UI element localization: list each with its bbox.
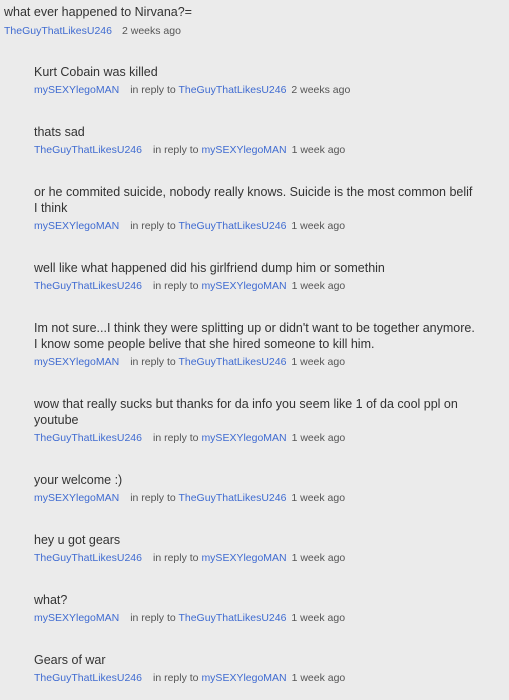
in-reply-to-label: in reply to <box>130 492 176 504</box>
comment-time: 1 week ago <box>291 144 346 156</box>
comment-time: 1 week ago <box>291 552 346 564</box>
reply-comment: well like what happened did his girlfrie… <box>34 260 479 293</box>
reply-comment: Im not sure...I think they were splittin… <box>34 320 479 369</box>
comment-meta: mySEXYlegoMAN in reply to TheGuyThatLikes… <box>34 491 479 505</box>
comment-text: what? <box>34 593 68 607</box>
reply-to-link[interactable]: mySEXYlegoMAN <box>201 280 286 292</box>
reply-to-link[interactable]: TheGuyThatLikesU246 <box>178 492 286 504</box>
comment-author-link[interactable]: mySEXYlegoMAN <box>34 492 119 504</box>
reply-comment: wow that really sucks but thanks for da … <box>34 396 479 445</box>
comment-text: or he commited suicide, nobody really kn… <box>34 185 473 215</box>
comment-author-link[interactable]: TheGuyThatLikesU246 <box>4 25 112 37</box>
comment-meta: TheGuyThatLikesU246 in reply to mySEXYleg… <box>34 431 479 445</box>
reply-to-link[interactable]: mySEXYlegoMAN <box>201 144 286 156</box>
comment-author-link[interactable]: TheGuyThatLikesU246 <box>34 552 142 564</box>
comment-time: 1 week ago <box>291 612 346 624</box>
comment-time: 1 week ago <box>291 356 346 368</box>
in-reply-to-label: in reply to <box>152 280 199 292</box>
comment-meta: mySEXYlegoMAN in reply to TheGuyThatLikes… <box>34 219 479 233</box>
comment-text: thats sad <box>34 125 85 139</box>
reply-to-link[interactable]: TheGuyThatLikesU246 <box>178 612 286 624</box>
comment-time: 1 week ago <box>291 220 346 232</box>
comment-text: hey u got gears <box>34 533 121 547</box>
comment-text: Im not sure...I think they were splittin… <box>34 321 475 351</box>
in-reply-to-label: in reply to <box>130 356 176 368</box>
reply-to-link[interactable]: TheGuyThatLikesU246 <box>178 84 286 96</box>
in-reply-to-label: in reply to <box>152 552 199 564</box>
reply-comment: thats sad TheGuyThatLikesU246 in reply to… <box>34 124 479 157</box>
comment-text: well like what happened did his girlfrie… <box>34 261 385 275</box>
comment-meta: mySEXYlegoMAN in reply to TheGuyThatLikes… <box>34 355 479 369</box>
reply-comment: Kurt Cobain was killed mySEXYlegoMAN in r… <box>34 64 479 97</box>
in-reply-to-label: in reply to <box>130 220 176 232</box>
in-reply-to-label: in reply to <box>130 612 176 624</box>
reply-comment: your welcome :) mySEXYlegoMAN in reply to… <box>34 472 479 505</box>
reply-comment: or he commited suicide, nobody really kn… <box>34 184 479 233</box>
comment-author-link[interactable]: TheGuyThatLikesU246 <box>34 672 142 684</box>
comment-meta: TheGuyThatLikesU246 in reply to mySEXYleg… <box>34 143 479 157</box>
reply-to-link[interactable]: TheGuyThatLikesU246 <box>178 356 286 368</box>
comment-time: 1 week ago <box>291 492 346 504</box>
top-comment: what ever happened to Nirvana?= TheGuyTh… <box>4 4 504 38</box>
reply-to-link[interactable]: mySEXYlegoMAN <box>201 432 286 444</box>
in-reply-to-label: in reply to <box>152 144 199 156</box>
comment-text: wow that really sucks but thanks for da … <box>34 397 458 427</box>
comment-time: 1 week ago <box>291 432 346 444</box>
comment-author-link[interactable]: mySEXYlegoMAN <box>34 356 119 368</box>
comment-time: 2 weeks ago <box>121 25 181 37</box>
comment-time: 1 week ago <box>291 280 346 292</box>
comment-text: Kurt Cobain was killed <box>34 65 158 79</box>
comment-time: 2 weeks ago <box>291 84 351 96</box>
comment-author-link[interactable]: mySEXYlegoMAN <box>34 84 119 96</box>
comment-text: what ever happened to Nirvana?= <box>4 5 192 19</box>
reply-comment: what? mySEXYlegoMAN in reply to TheGuyTha… <box>34 592 479 625</box>
comment-meta: mySEXYlegoMAN in reply to TheGuyThatLikes… <box>34 83 479 97</box>
in-reply-to-label: in reply to <box>152 432 199 444</box>
comment-text: your welcome :) <box>34 473 123 487</box>
comment-meta: mySEXYlegoMAN in reply to TheGuyThatLikes… <box>34 611 479 625</box>
reply-to-link[interactable]: mySEXYlegoMAN <box>201 672 286 684</box>
comment-meta: TheGuyThatLikesU246 in reply to mySEXYleg… <box>34 279 479 293</box>
comment-meta: TheGuyThatLikesU246 in reply to mySEXYleg… <box>34 551 479 565</box>
comment-author-link[interactable]: mySEXYlegoMAN <box>34 220 119 232</box>
comment-author-link[interactable]: mySEXYlegoMAN <box>34 612 119 624</box>
comment-author-link[interactable]: TheGuyThatLikesU246 <box>34 280 142 292</box>
reply-to-link[interactable]: TheGuyThatLikesU246 <box>178 220 286 232</box>
in-reply-to-label: in reply to <box>130 84 176 96</box>
comment-meta: TheGuyThatLikesU246 2 weeks ago <box>4 24 504 38</box>
comment-author-link[interactable]: TheGuyThatLikesU246 <box>34 144 142 156</box>
reply-comment: hey u got gears TheGuyThatLikesU246 in re… <box>34 532 479 565</box>
comment-time: 1 week ago <box>291 672 346 684</box>
comment-text: Gears of war <box>34 653 106 667</box>
comment-author-link[interactable]: TheGuyThatLikesU246 <box>34 432 142 444</box>
reply-to-link[interactable]: mySEXYlegoMAN <box>201 552 286 564</box>
reply-comment: Gears of war TheGuyThatLikesU246 in reply… <box>34 652 479 685</box>
comment-meta: TheGuyThatLikesU246 in reply to mySEXYleg… <box>34 671 479 685</box>
in-reply-to-label: in reply to <box>152 672 199 684</box>
